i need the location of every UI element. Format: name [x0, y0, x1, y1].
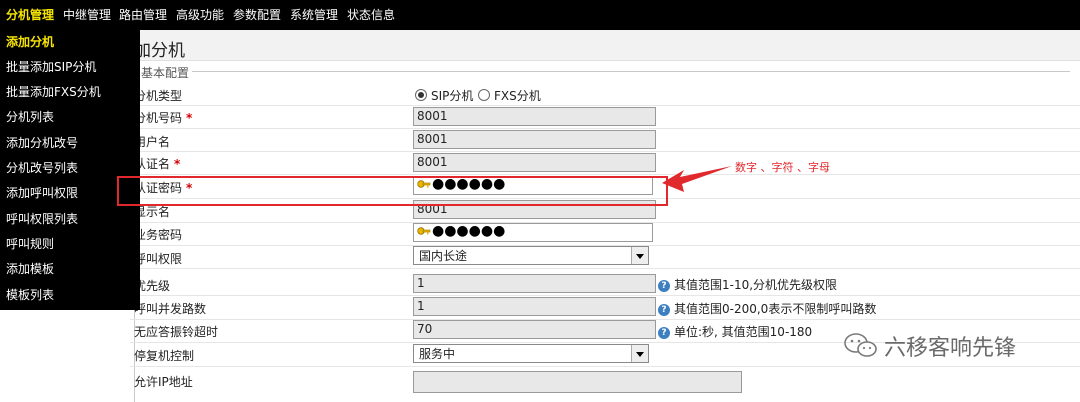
ext-number-label: 分机号码 *: [134, 111, 193, 125]
auth-name-label: 认证名 *: [134, 157, 181, 171]
sidebar-item-template-list[interactable]: 模板列表: [6, 283, 54, 308]
nav-advanced[interactable]: 高级功能: [176, 0, 224, 30]
sidebar-menu: 添加分机 批量添加SIP分机 批量添加FXS分机 分机列表 添加分机改号 分机改…: [0, 30, 140, 310]
red-arrow-icon: [662, 166, 732, 192]
watermark-text: 六移客响先锋: [884, 336, 1017, 361]
help-icon: ?: [658, 303, 670, 316]
auth-name-input[interactable]: 8001: [413, 153, 656, 172]
concurrent-label: 呼叫并发路数: [134, 302, 207, 316]
sidebar-item-add-template[interactable]: 添加模板: [6, 257, 54, 282]
top-nav: 分机管理 中继管理 路由管理 高级功能 参数配置 系统管理 状态信息: [0, 0, 1080, 30]
chevron-down-icon: [631, 247, 648, 264]
page-title: 加分机: [134, 41, 185, 61]
allowed-ip-input[interactable]: [413, 371, 742, 393]
priority-input[interactable]: 1: [413, 274, 656, 293]
chevron-down-icon: [631, 345, 648, 362]
nav-status[interactable]: 状态信息: [347, 0, 395, 30]
sidebar-item-add-renumber[interactable]: 添加分机改号: [6, 131, 78, 156]
ext-type-label: 分机类型: [134, 89, 183, 103]
radio-fxs[interactable]: FXS分机: [478, 87, 541, 103]
nav-extension-mgmt[interactable]: 分机管理: [6, 0, 54, 30]
sidebar-item-add-extension[interactable]: 添加分机: [6, 30, 54, 55]
nav-route-mgmt[interactable]: 路由管理: [119, 0, 167, 30]
help-icon: ?: [658, 279, 670, 292]
priority-help: ? 其值范围1-10,分机优先级权限: [658, 276, 837, 293]
no-answer-help: ? 单位:秒, 其值范围10-180: [658, 323, 812, 340]
highlight-box: [117, 176, 668, 206]
concurrent-help: ? 其值范围0-200,0表示不限制呼叫路数: [658, 300, 876, 317]
radio-unchecked-icon: [478, 89, 490, 101]
nav-trunk-mgmt[interactable]: 中继管理: [63, 0, 111, 30]
radio-checked-icon: [415, 89, 427, 101]
form-row: [130, 82, 1080, 106]
concurrent-input[interactable]: 1: [413, 297, 656, 316]
key-icon: [417, 227, 431, 235]
nav-params[interactable]: 参数配置: [233, 0, 281, 30]
service-pwd-input[interactable]: ●●●●●●: [413, 223, 653, 242]
suspend-select[interactable]: 服务中: [413, 344, 649, 363]
page-header: [130, 30, 1080, 61]
nav-system[interactable]: 系统管理: [290, 0, 338, 30]
no-answer-label: 无应答振铃超时: [134, 325, 219, 339]
wechat-icon: [844, 333, 877, 357]
sidebar-item-renumber-list[interactable]: 分机改号列表: [6, 156, 78, 181]
annotation-note: 数字 、字符 、字母: [735, 161, 830, 174]
radio-sip[interactable]: SIP分机: [415, 87, 473, 103]
password-dots: ●●●●●●: [432, 223, 506, 239]
sidebar-item-call-rules[interactable]: 呼叫规则: [6, 232, 54, 257]
sidebar-item-call-perm-list[interactable]: 呼叫权限列表: [6, 207, 78, 232]
sidebar-item-add-call-perm[interactable]: 添加呼叫权限: [6, 181, 78, 206]
sidebar-item-batch-sip[interactable]: 批量添加SIP分机: [6, 55, 96, 80]
username-input[interactable]: 8001: [413, 130, 656, 149]
suspend-label: 停复机控制: [134, 349, 195, 363]
call-perm-label: 呼叫权限: [134, 252, 183, 266]
ext-number-input[interactable]: 8001: [413, 107, 656, 126]
call-perm-select[interactable]: 国内长途: [413, 246, 649, 265]
fieldset-legend: 基本配置: [138, 64, 193, 81]
sidebar-item-extension-list[interactable]: 分机列表: [6, 105, 54, 130]
allowed-ip-label: 允许IP地址: [134, 375, 193, 389]
sidebar-item-batch-fxs[interactable]: 批量添加FXS分机: [6, 80, 101, 105]
help-icon: ?: [658, 326, 670, 339]
no-answer-input[interactable]: 70: [413, 320, 656, 339]
service-pwd-label: 业务密码: [134, 228, 183, 242]
